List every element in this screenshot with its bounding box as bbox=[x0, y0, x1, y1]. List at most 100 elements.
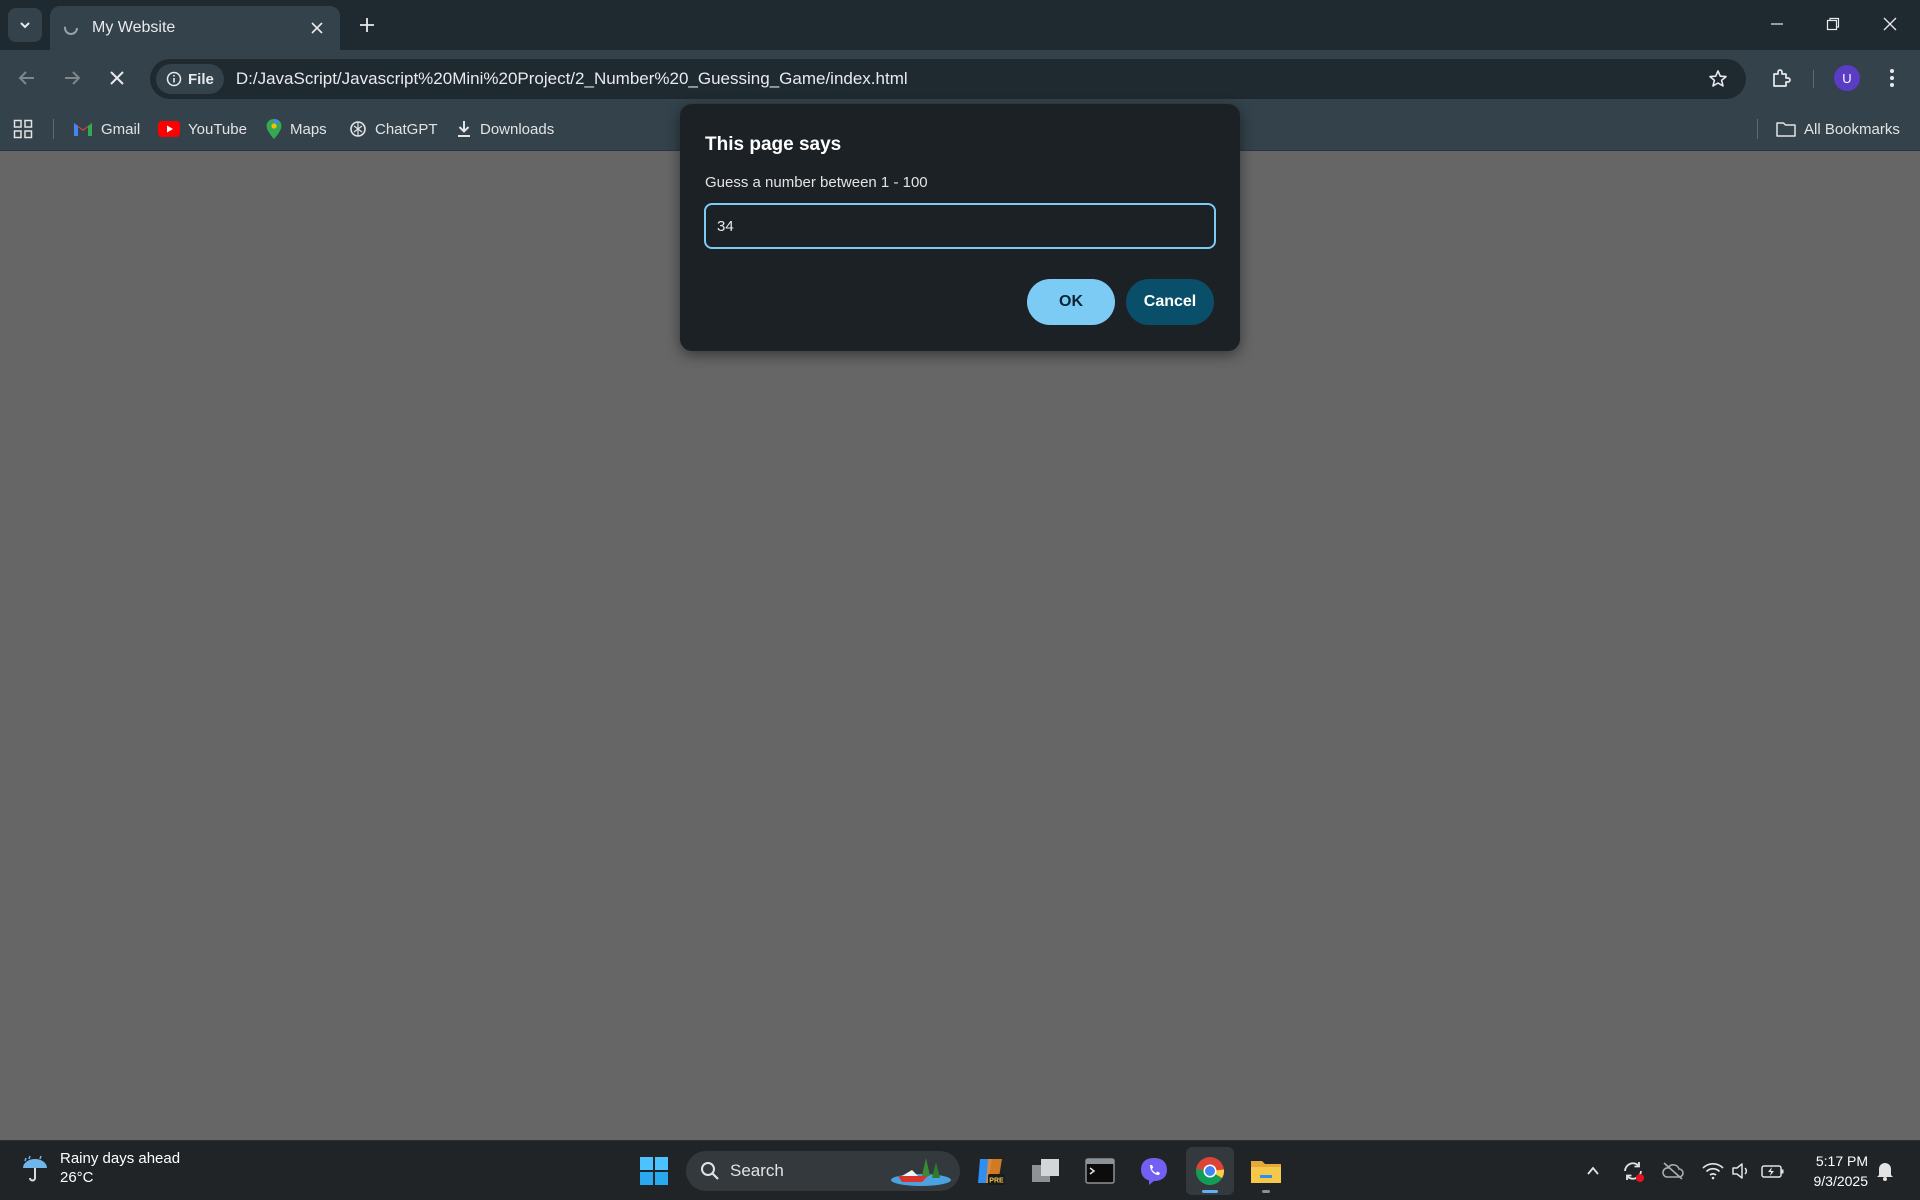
close-window-button[interactable] bbox=[1862, 4, 1918, 44]
windows-logo-icon bbox=[640, 1157, 668, 1185]
search-highlight-icon bbox=[891, 1158, 951, 1186]
task-view-icon bbox=[1032, 1159, 1059, 1182]
onedrive-status-button[interactable] bbox=[1659, 1157, 1687, 1185]
weather-temperature: 26°C bbox=[60, 1169, 94, 1186]
wifi-icon bbox=[1702, 1162, 1724, 1180]
apps-grid-icon bbox=[13, 119, 33, 139]
volume-button[interactable] bbox=[1727, 1157, 1755, 1185]
minimize-icon bbox=[1771, 23, 1783, 25]
chrome-icon bbox=[1196, 1157, 1225, 1185]
close-icon bbox=[1883, 17, 1897, 31]
taskbar-copilot[interactable]: PRE bbox=[966, 1147, 1014, 1195]
taskbar-task-view[interactable] bbox=[1022, 1147, 1070, 1195]
bookmark-star-button[interactable] bbox=[1700, 61, 1736, 97]
stop-loading-button[interactable] bbox=[99, 60, 135, 96]
chevron-down-icon bbox=[20, 22, 30, 29]
plus-icon bbox=[360, 18, 374, 32]
search-label: Search bbox=[730, 1161, 784, 1180]
bookmark-youtube[interactable]: YouTube bbox=[158, 115, 247, 143]
puzzle-icon bbox=[1773, 69, 1791, 87]
taskbar-viber[interactable] bbox=[1130, 1147, 1178, 1195]
address-bar[interactable]: File D:/JavaScript/Javascript%20Mini%20P… bbox=[150, 59, 1746, 99]
bookmark-label: Maps bbox=[290, 120, 327, 138]
bookmark-maps[interactable]: Maps bbox=[266, 115, 327, 143]
extensions-button[interactable] bbox=[1763, 60, 1799, 96]
bookmark-label: ChatGPT bbox=[375, 120, 438, 138]
folder-icon bbox=[1251, 1161, 1281, 1183]
url-text[interactable]: D:/JavaScript/Javascript%20Mini%20Projec… bbox=[236, 69, 1700, 89]
youtube-icon bbox=[158, 121, 180, 137]
battery-charging-icon bbox=[1761, 1165, 1784, 1178]
menu-button[interactable] bbox=[1874, 60, 1910, 96]
dialog-message: Guess a number between 1 - 100 bbox=[705, 174, 928, 191]
taskbar-chrome[interactable] bbox=[1186, 1147, 1234, 1195]
folder-icon bbox=[1776, 122, 1796, 137]
tab-strip: My Website bbox=[0, 0, 1920, 50]
system-clock[interactable]: 5:17 PM 9/3/2025 bbox=[1800, 1151, 1869, 1191]
profile-button[interactable]: U bbox=[1829, 60, 1865, 96]
copilot-icon: PRE bbox=[978, 1159, 1005, 1185]
tab-search-button[interactable] bbox=[8, 8, 42, 42]
minimize-button[interactable] bbox=[1749, 4, 1805, 44]
apps-button[interactable] bbox=[13, 115, 33, 143]
weather-widget[interactable]: Rainy days ahead 26°C bbox=[20, 1149, 180, 1187]
sync-status-button[interactable] bbox=[1619, 1157, 1647, 1185]
back-button[interactable] bbox=[9, 60, 45, 96]
info-icon bbox=[166, 71, 182, 87]
bookmarks-divider-right bbox=[1757, 119, 1758, 139]
close-icon bbox=[110, 71, 124, 85]
restore-button[interactable] bbox=[1805, 4, 1861, 44]
maps-icon bbox=[266, 119, 282, 139]
prompt-dialog: This page says Guess a number between 1 … bbox=[680, 104, 1240, 351]
clock-date: 9/3/2025 bbox=[1813, 1173, 1869, 1189]
bookmark-label: Gmail bbox=[101, 120, 141, 138]
download-icon bbox=[458, 121, 470, 137]
restore-icon bbox=[1826, 17, 1840, 31]
tab-my-website[interactable]: My Website bbox=[50, 6, 340, 50]
svg-text:PRE: PRE bbox=[989, 1178, 1004, 1185]
bookmark-label: Downloads bbox=[480, 120, 555, 138]
gmail-icon bbox=[74, 123, 92, 136]
loading-spinner-icon bbox=[62, 19, 80, 37]
open-app-indicator bbox=[1262, 1190, 1270, 1193]
bookmark-label: YouTube bbox=[188, 120, 247, 138]
close-tab-icon[interactable] bbox=[306, 17, 328, 39]
cancel-button[interactable]: Cancel bbox=[1126, 279, 1214, 325]
site-info-chip[interactable]: File bbox=[156, 64, 224, 94]
taskbar-search[interactable]: Search bbox=[686, 1151, 960, 1191]
speaker-icon bbox=[1732, 1163, 1748, 1179]
umbrella-rain-icon bbox=[23, 1155, 47, 1182]
bookmark-gmail[interactable]: Gmail bbox=[73, 115, 140, 143]
star-icon bbox=[1709, 70, 1727, 87]
battery-button[interactable] bbox=[1759, 1157, 1787, 1185]
wifi-button[interactable] bbox=[1699, 1157, 1727, 1185]
bell-icon bbox=[1877, 1163, 1893, 1181]
avatar: U bbox=[1834, 65, 1860, 91]
scheme-label: File bbox=[188, 70, 214, 88]
start-button[interactable] bbox=[630, 1147, 678, 1195]
weather-forecast: Rainy days ahead bbox=[60, 1150, 181, 1167]
notifications-button[interactable] bbox=[1871, 1157, 1899, 1185]
forward-button[interactable] bbox=[54, 60, 90, 96]
clock-time: 5:17 PM bbox=[1815, 1153, 1868, 1169]
more-vert-icon bbox=[1890, 69, 1894, 87]
viber-icon bbox=[1141, 1158, 1167, 1185]
cloud-off-icon bbox=[1662, 1162, 1684, 1180]
tab-title: My Website bbox=[92, 19, 176, 36]
bookmark-chatgpt[interactable]: ChatGPT bbox=[349, 115, 438, 143]
bookmark-downloads[interactable]: Downloads bbox=[456, 115, 554, 143]
taskbar-terminal[interactable] bbox=[1076, 1147, 1124, 1195]
all-bookmarks-label: All Bookmarks bbox=[1804, 120, 1900, 138]
prompt-input[interactable] bbox=[704, 203, 1216, 249]
search-icon bbox=[701, 1162, 719, 1180]
chevron-up-icon bbox=[1587, 1166, 1599, 1175]
all-bookmarks-button[interactable]: All Bookmarks bbox=[1776, 115, 1900, 143]
chatgpt-icon bbox=[350, 121, 366, 137]
taskbar: Rainy days ahead 26°C Search PRE 5:17 PM… bbox=[0, 1140, 1920, 1200]
taskbar-file-explorer[interactable] bbox=[1242, 1147, 1290, 1195]
ok-button[interactable]: OK bbox=[1027, 279, 1115, 325]
show-hidden-icons-button[interactable] bbox=[1579, 1157, 1607, 1185]
arrow-left-icon bbox=[18, 71, 34, 85]
dialog-title: This page says bbox=[705, 134, 842, 155]
new-tab-button[interactable] bbox=[352, 10, 382, 40]
